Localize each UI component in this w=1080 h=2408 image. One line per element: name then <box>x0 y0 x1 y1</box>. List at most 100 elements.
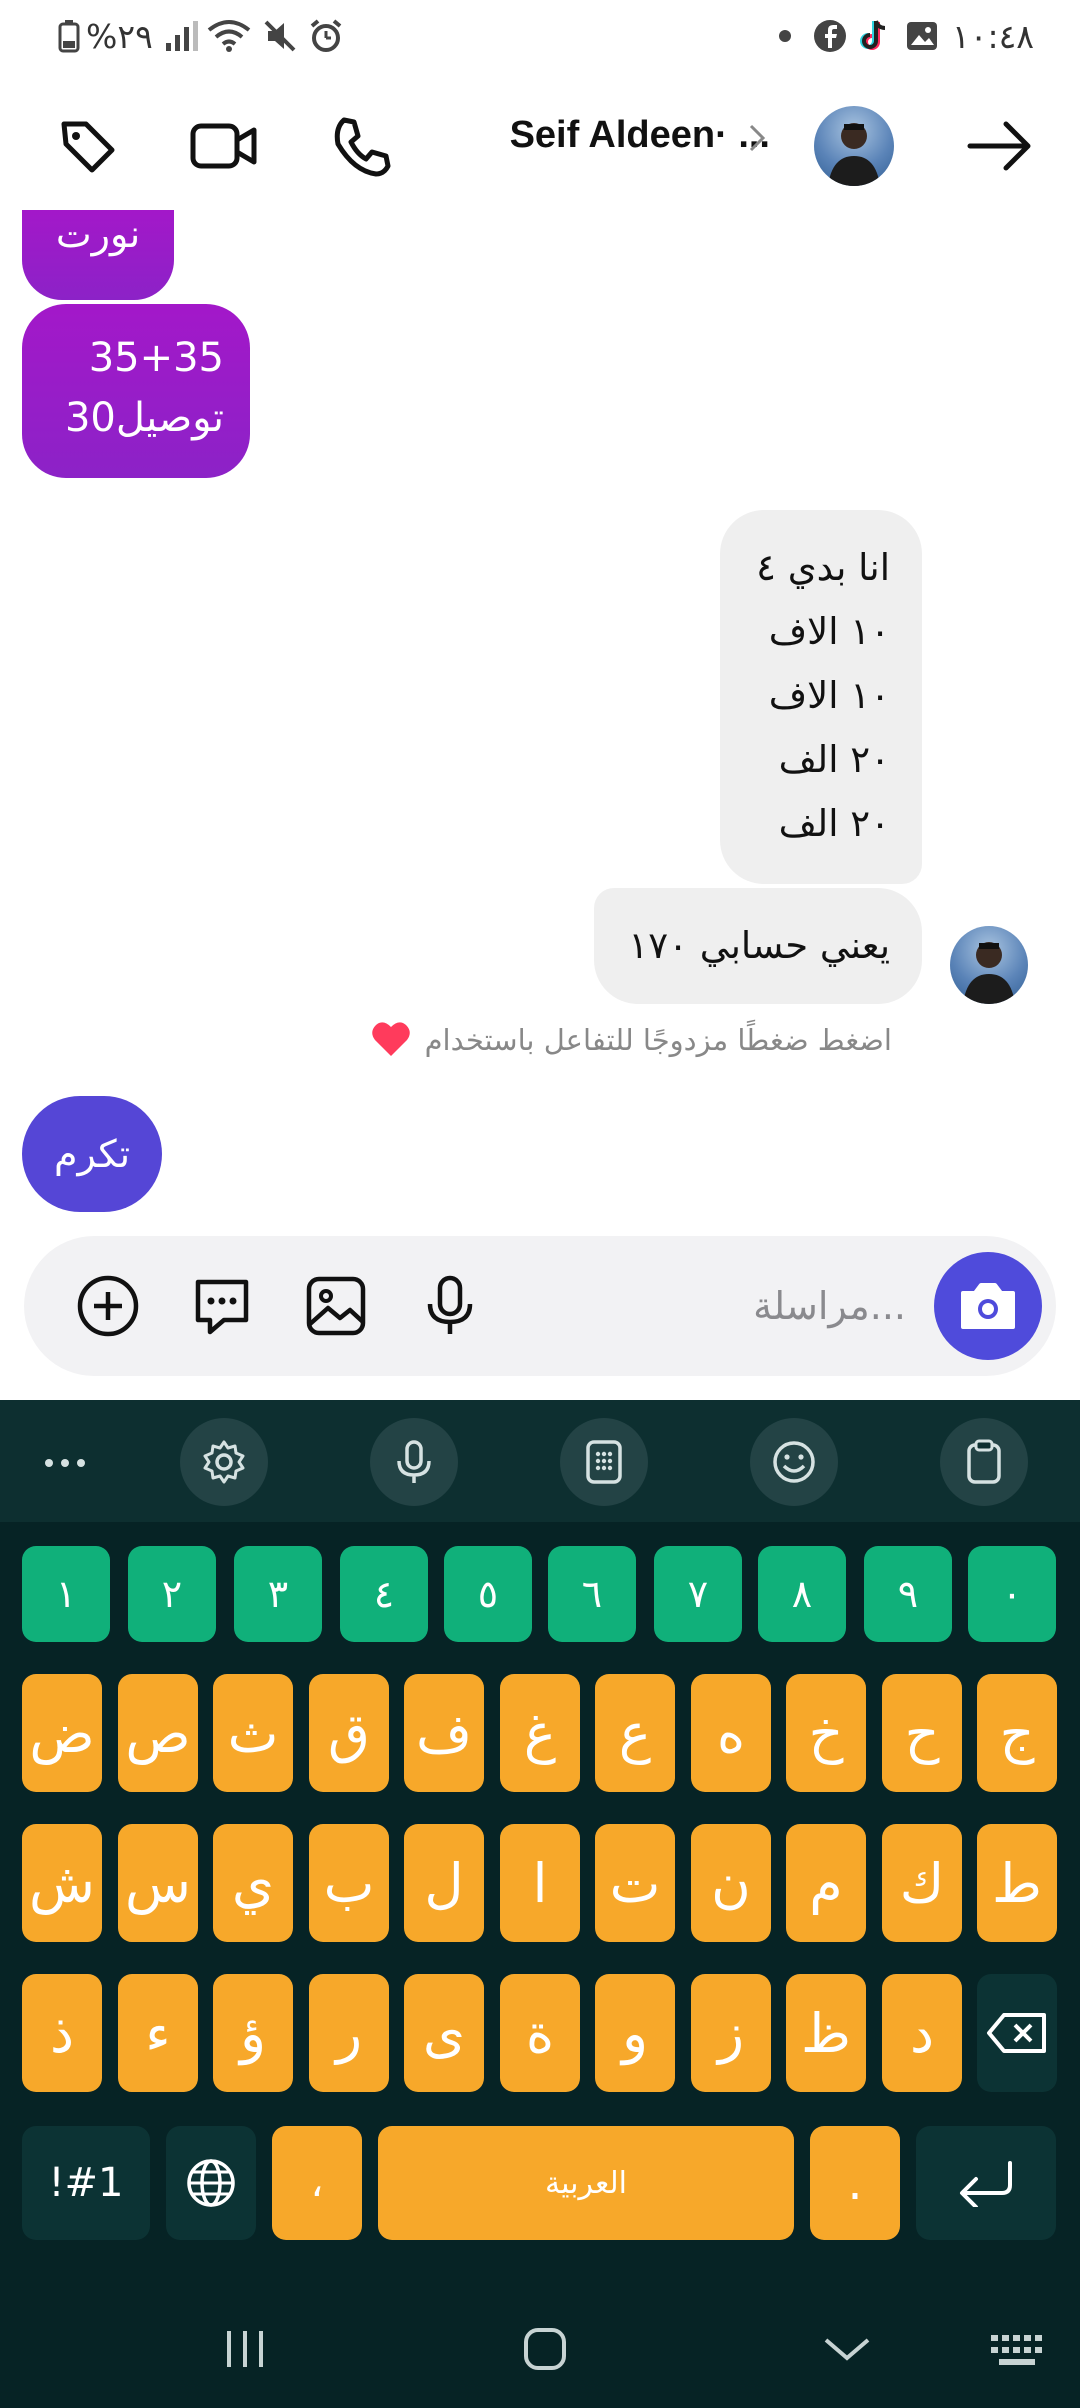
key-letter[interactable]: س <box>118 1824 198 1942</box>
phone-icon[interactable] <box>326 110 398 182</box>
keypad-icon[interactable] <box>560 1418 648 1506</box>
mic-icon[interactable] <box>416 1272 484 1340</box>
backspace-key[interactable] <box>977 1974 1057 2092</box>
plus-icon[interactable] <box>74 1272 142 1340</box>
message-text: 35+35 <box>88 335 224 381</box>
message-composer: مراسلة... <box>24 1236 1056 1376</box>
camera-button[interactable] <box>934 1252 1042 1360</box>
more-icon[interactable] <box>40 1438 90 1488</box>
key-letter[interactable]: ع <box>595 1674 675 1792</box>
key-letter[interactable]: ق <box>309 1674 389 1792</box>
clipboard-icon[interactable] <box>940 1418 1028 1506</box>
key-letter[interactable]: ؤ <box>213 1974 293 2092</box>
message-text: 30توصيل <box>64 395 224 441</box>
enter-key[interactable] <box>916 2126 1056 2240</box>
key-number[interactable]: ٠ <box>968 1546 1056 1642</box>
key-letter[interactable]: ك <box>882 1824 962 1942</box>
message-text: ١٠ الاف <box>768 610 890 653</box>
heart-icon <box>370 1018 412 1060</box>
key-number[interactable]: ٣ <box>234 1546 322 1642</box>
reaction-hint: اضغط ضغطًا مزدوجًا للتفاعل باستخدام <box>372 1018 892 1062</box>
sticker-icon[interactable] <box>188 1272 256 1340</box>
contact-avatar[interactable] <box>814 106 894 186</box>
key-letter[interactable]: ذ <box>22 1974 102 2092</box>
key-letter[interactable]: ة <box>500 1974 580 2092</box>
key-number[interactable]: ٦ <box>548 1546 636 1642</box>
key-letter[interactable]: ط <box>977 1824 1057 1942</box>
key-letter[interactable]: ف <box>404 1674 484 1792</box>
facebook-icon <box>812 14 848 58</box>
key-letter[interactable]: م <box>786 1824 866 1942</box>
alarm-icon <box>308 14 344 58</box>
message-text: انا بدي ٤ <box>756 546 890 589</box>
key-letter[interactable]: ص <box>118 1674 198 1792</box>
key-letter[interactable]: د <box>882 1974 962 2092</box>
key-letter[interactable]: غ <box>500 1674 580 1792</box>
tag-icon[interactable] <box>52 110 124 182</box>
image-icon[interactable] <box>302 1272 370 1340</box>
system-navbar <box>0 2290 1080 2408</box>
key-number[interactable]: ٥ <box>444 1546 532 1642</box>
keyboard: ١ ٢ ٣ ٤ ٥ ٦ ٧ ٨ ٩ ٠ ض ص ث ق ف غ ع ه خ ح … <box>0 1400 1080 2408</box>
key-letter[interactable]: ح <box>882 1674 962 1792</box>
dot-icon <box>778 14 792 58</box>
key-number[interactable]: ٩ <box>864 1546 952 1642</box>
key-number[interactable]: ١ <box>22 1546 110 1642</box>
space-key[interactable]: العربية <box>378 2126 794 2240</box>
key-number[interactable]: ٢ <box>128 1546 216 1642</box>
keyboard-toolbar <box>0 1400 1080 1522</box>
key-letter[interactable]: ء <box>118 1974 198 2092</box>
recents-icon[interactable] <box>214 2318 276 2380</box>
key-letter[interactable]: ا <box>500 1824 580 1942</box>
key-letter[interactable]: ض <box>22 1674 102 1792</box>
message-text: ١٠ الاف <box>768 674 890 717</box>
key-letter[interactable]: ي <box>213 1824 293 1942</box>
key-letter[interactable]: ل <box>404 1824 484 1942</box>
settings-icon[interactable] <box>180 1418 268 1506</box>
comma-key[interactable]: ، <box>272 2126 362 2240</box>
period-key[interactable]: . <box>810 2126 900 2240</box>
home-icon[interactable] <box>514 2318 576 2380</box>
key-letter[interactable]: و <box>595 1974 675 2092</box>
contact-name[interactable]: Seif Aldeen· ... <box>510 114 770 157</box>
key-letter[interactable]: ت <box>595 1824 675 1942</box>
video-icon[interactable] <box>188 110 260 182</box>
keyboard-switch-icon[interactable] <box>986 2320 1048 2382</box>
sender-avatar[interactable] <box>950 926 1028 1004</box>
message-text: يعني حسابي ١٧٠ <box>628 924 890 967</box>
sent-message[interactable]: تكرم <box>22 1096 162 1212</box>
key-number[interactable]: ٨ <box>758 1546 846 1642</box>
sent-message[interactable]: 35+35 30توصيل <box>22 304 250 478</box>
message-text: ٢٠ الف <box>778 802 890 845</box>
key-number[interactable]: ٤ <box>340 1546 428 1642</box>
key-letter[interactable]: ه <box>691 1674 771 1792</box>
back-arrow-icon[interactable] <box>964 110 1036 182</box>
received-message[interactable]: يعني حسابي ١٧٠ <box>594 888 922 1004</box>
language-key[interactable] <box>166 2126 256 2240</box>
voice-input-icon[interactable] <box>370 1418 458 1506</box>
sent-message[interactable]: نورت <box>22 210 174 300</box>
back-icon[interactable] <box>816 2318 878 2380</box>
message-text: تكرم <box>53 1132 131 1176</box>
key-letter[interactable]: ج <box>977 1674 1057 1792</box>
hint-text: اضغط ضغطًا مزدوجًا للتفاعل باستخدام <box>424 1023 892 1057</box>
symbols-key[interactable]: !#1 <box>22 2126 150 2240</box>
status-bar: %٢٩ ١٠:٤٨ <box>0 0 1080 72</box>
key-letter[interactable]: ش <box>22 1824 102 1942</box>
message-input[interactable]: مراسلة... <box>753 1236 906 1376</box>
emoji-icon[interactable] <box>750 1418 838 1506</box>
key-letter[interactable]: ى <box>404 1974 484 2092</box>
key-letter[interactable]: ظ <box>786 1974 866 2092</box>
key-letter[interactable]: ر <box>309 1974 389 2092</box>
received-message[interactable]: انا بدي ٤ ١٠ الاف ١٠ الاف ٢٠ الف ٢٠ الف <box>720 510 922 884</box>
message-placeholder: مراسلة... <box>753 1284 906 1328</box>
message-text: نورت <box>55 212 141 256</box>
key-letter[interactable]: ن <box>691 1824 771 1942</box>
key-letter[interactable]: ب <box>309 1824 389 1942</box>
camera-icon <box>961 1283 1015 1329</box>
chevron-right-icon[interactable] <box>742 118 772 158</box>
key-letter[interactable]: ث <box>213 1674 293 1792</box>
key-number[interactable]: ٧ <box>654 1546 742 1642</box>
key-letter[interactable]: ز <box>691 1974 771 2092</box>
key-letter[interactable]: خ <box>786 1674 866 1792</box>
